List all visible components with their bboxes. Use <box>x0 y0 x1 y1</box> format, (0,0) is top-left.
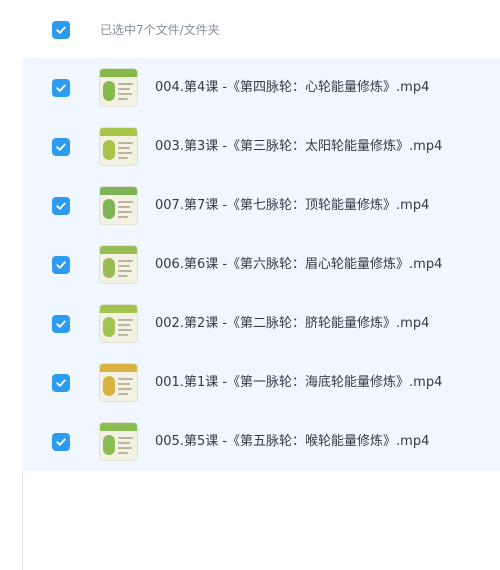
file-name[interactable]: 004.第4课 -《第四脉轮：心轮能量修炼》.mp4 <box>155 79 429 97</box>
file-list: 004.第4课 -《第四脉轮：心轮能量修炼》.mp4 003.第3课 -《第三脉… <box>22 58 500 471</box>
file-checkbox[interactable] <box>52 315 70 333</box>
check-icon <box>56 320 66 328</box>
check-icon <box>56 438 66 446</box>
video-thumbnail-icon <box>100 305 137 342</box>
check-icon <box>56 261 66 269</box>
file-row[interactable]: 005.第5课 -《第五脉轮：喉轮能量修炼》.mp4 <box>22 412 500 471</box>
file-row[interactable]: 001.第1课 -《第一脉轮：海底轮能量修炼》.mp4 <box>22 353 500 412</box>
file-name[interactable]: 006.第6课 -《第六脉轮：眉心轮能量修炼》.mp4 <box>155 256 442 274</box>
selection-header: 已选中7个文件/文件夹 <box>0 0 500 58</box>
video-thumbnail-icon <box>100 364 137 401</box>
check-icon <box>56 84 66 92</box>
file-row[interactable]: 003.第3课 -《第三脉轮：太阳轮能量修炼》.mp4 <box>22 117 500 176</box>
file-name[interactable]: 001.第1课 -《第一脉轮：海底轮能量修炼》.mp4 <box>155 374 442 392</box>
file-checkbox[interactable] <box>52 374 70 392</box>
file-name[interactable]: 005.第5课 -《第五脉轮：喉轮能量修炼》.mp4 <box>155 433 429 451</box>
select-all-checkbox[interactable] <box>52 21 70 39</box>
file-checkbox[interactable] <box>52 79 70 97</box>
file-checkbox[interactable] <box>52 138 70 156</box>
file-name[interactable]: 003.第3课 -《第三脉轮：太阳轮能量修炼》.mp4 <box>155 138 442 156</box>
video-thumbnail-icon <box>100 69 137 106</box>
file-name[interactable]: 002.第2课 -《第二脉轮：脐轮能量修炼》.mp4 <box>155 315 429 333</box>
video-thumbnail-icon <box>100 246 137 283</box>
file-row[interactable]: 002.第2课 -《第二脉轮：脐轮能量修炼》.mp4 <box>22 294 500 353</box>
file-row[interactable]: 006.第6课 -《第六脉轮：眉心轮能量修炼》.mp4 <box>22 235 500 294</box>
file-row[interactable]: 004.第4课 -《第四脉轮：心轮能量修炼》.mp4 <box>22 58 500 117</box>
file-checkbox[interactable] <box>52 197 70 215</box>
video-thumbnail-icon <box>100 423 137 460</box>
file-row[interactable]: 007.第7课 -《第七脉轮：顶轮能量修炼》.mp4 <box>22 176 500 235</box>
check-icon <box>56 379 66 387</box>
check-icon <box>56 143 66 151</box>
video-thumbnail-icon <box>100 187 137 224</box>
file-name[interactable]: 007.第7课 -《第七脉轮：顶轮能量修炼》.mp4 <box>155 197 429 215</box>
video-thumbnail-icon <box>100 128 137 165</box>
file-checkbox[interactable] <box>52 256 70 274</box>
file-checkbox[interactable] <box>52 433 70 451</box>
selection-count-text: 已选中7个文件/文件夹 <box>100 23 220 37</box>
check-icon <box>56 26 66 34</box>
check-icon <box>56 202 66 210</box>
